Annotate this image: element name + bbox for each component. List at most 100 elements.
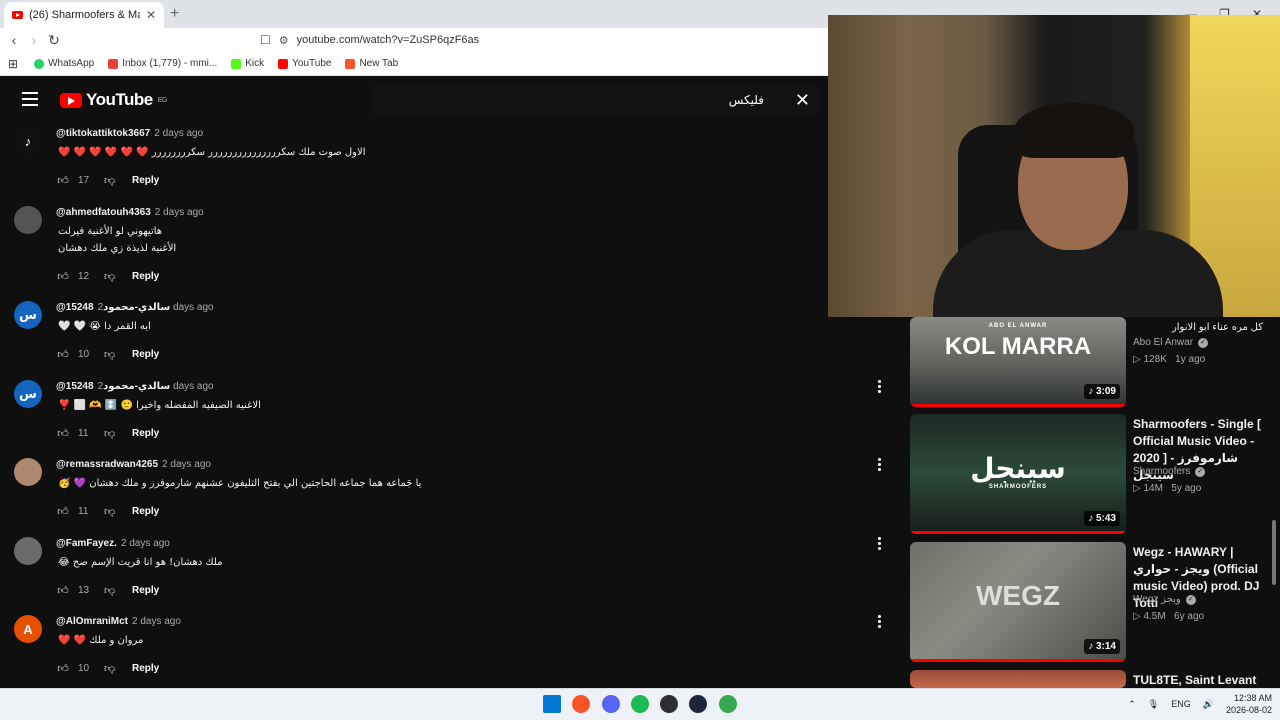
microphone-icon[interactable]: 🎙 — [1148, 699, 1159, 710]
clock-time: 12:38 AM — [1233, 693, 1272, 703]
menu-icon[interactable] — [22, 92, 38, 106]
bookmark-gmail[interactable]: Inbox (1,779) - mmi... — [108, 58, 217, 69]
webcam-overlay — [828, 15, 1280, 317]
comment-author[interactable]: @ahmedfatouh4363 — [56, 207, 151, 218]
like-icon[interactable]: 👍︎ — [56, 270, 70, 283]
steam-icon[interactable] — [689, 695, 707, 713]
bookmark-new-tab[interactable]: New Tab — [345, 58, 398, 69]
reply-button[interactable]: Reply — [132, 506, 159, 517]
more-options-icon[interactable] — [876, 380, 882, 393]
comment-time[interactable]: 2 days ago — [155, 207, 204, 218]
channel-name[interactable]: Sharmoofers ✓ — [1133, 466, 1206, 477]
like-icon[interactable]: 👍︎ — [56, 174, 70, 187]
reply-button[interactable]: Reply — [132, 271, 159, 282]
video-thumbnail[interactable] — [910, 670, 1126, 688]
comment-author[interactable]: @tiktokattiktok3667 — [56, 128, 150, 139]
clock[interactable]: 12:38 AM 2026-08-02 — [1226, 692, 1272, 716]
dislike-icon[interactable]: 👎︎ — [104, 427, 132, 440]
comment-time[interactable]: 2 days ago — [121, 538, 170, 549]
back-arrow-icon[interactable]: ‹ — [4, 32, 24, 48]
recommendation-item[interactable]: WEGZ ♪ 3:14 Wegz - HAWARY | ويجز - حواري (… — [910, 542, 1270, 662]
language-indicator[interactable]: ENG — [1171, 699, 1191, 709]
channel-name[interactable]: Abo El Anwar ✓ — [1133, 337, 1209, 348]
comment-author[interactable]: @15248سالدي-محمود — [56, 381, 170, 392]
dislike-icon[interactable]: 👎︎ — [104, 270, 132, 283]
comment-author[interactable]: @15248سالدي-محمود — [56, 302, 170, 313]
dislike-icon[interactable]: 👎︎ — [104, 662, 132, 675]
obs-icon[interactable] — [660, 695, 678, 713]
dislike-icon[interactable]: 👎︎ — [104, 584, 132, 597]
bookmark-kick[interactable]: Kick — [231, 58, 264, 69]
reply-button[interactable]: Reply — [132, 663, 159, 674]
comment-time[interactable]: 2 days ago — [132, 616, 181, 627]
dislike-icon[interactable]: 👎︎ — [104, 348, 132, 361]
recommendation-item[interactable]: SHARMOOFERS سينجل ♪ 5:43 Sharmoofers - Sing… — [910, 414, 1270, 534]
video-title[interactable]: كل مره عناء ابو الانوار — [1133, 319, 1263, 336]
brave-icon[interactable] — [572, 695, 590, 713]
comment-time[interactable]: 2 days ago — [154, 128, 203, 139]
video-duration: ♪ 3:14 — [1084, 639, 1120, 654]
like-icon[interactable]: 👍︎ — [56, 505, 70, 518]
more-options-icon[interactable] — [876, 615, 882, 628]
reply-button[interactable]: Reply — [132, 349, 159, 360]
clear-search-icon[interactable]: ✕ — [795, 90, 810, 111]
avatar[interactable] — [14, 458, 42, 486]
reply-button[interactable]: Reply — [132, 175, 159, 186]
search-input[interactable] — [384, 93, 764, 107]
dislike-icon[interactable]: 👎︎ — [104, 505, 132, 518]
windows-start-icon[interactable] — [543, 695, 561, 713]
video-thumbnail[interactable]: WEGZ ♪ 3:14 — [910, 542, 1126, 662]
tab-close-icon[interactable]: ✕ — [146, 8, 156, 22]
dislike-icon[interactable]: 👎︎ — [104, 174, 132, 187]
spotify-icon[interactable] — [631, 695, 649, 713]
like-icon[interactable]: 👍︎ — [56, 662, 70, 675]
comment-meta: @remassradwan4265 2 days ago — [56, 459, 211, 470]
avatar[interactable]: س — [14, 301, 42, 329]
comment-meta: @15248سالدي-محمود2 days ago — [56, 381, 214, 392]
avatar[interactable]: س — [14, 380, 42, 408]
more-options-icon[interactable] — [876, 537, 882, 550]
reply-button[interactable]: Reply — [132, 428, 159, 439]
comment-author[interactable]: @AlOmraniMct — [56, 616, 128, 627]
new-tab-button[interactable]: + — [170, 5, 179, 23]
avatar[interactable]: A — [14, 615, 42, 643]
video-thumbnail[interactable]: ABO EL ANWAR KOL MARRA ♪ 3:09 — [910, 317, 1126, 407]
watch-progress-bar — [910, 531, 1126, 534]
bookmark-whatsapp[interactable]: WhatsApp — [34, 58, 94, 69]
like-icon[interactable]: 👍︎ — [56, 584, 70, 597]
like-icon[interactable]: 👍︎ — [56, 348, 70, 361]
scrollbar-thumb[interactable] — [1272, 520, 1276, 585]
reload-icon[interactable]: ↻ — [44, 32, 64, 49]
browser-tab[interactable]: (26) Sharmoofers & Malak De ✕ — [4, 2, 164, 28]
channel-name[interactable]: Wegz ويجز ✓ — [1133, 594, 1196, 605]
comment-author[interactable]: @remassradwan4265 — [56, 459, 158, 470]
bookmark-icon[interactable]: ☐ — [260, 33, 271, 47]
youtube-logo[interactable]: YouTube EG — [60, 90, 167, 110]
url-field[interactable]: ☐ ⚙ youtube.com/watch?v=ZuSP6qzF6as — [260, 30, 479, 50]
avatar[interactable] — [14, 537, 42, 565]
search-bar: ✕ — [370, 86, 820, 114]
avatar[interactable]: ♪ — [14, 127, 42, 155]
site-info-icon[interactable]: ⚙ — [279, 34, 289, 47]
discord-icon[interactable] — [602, 695, 620, 713]
forward-arrow-icon[interactable]: › — [24, 32, 44, 48]
like-count: 17 — [78, 175, 90, 186]
chrome-icon[interactable] — [719, 695, 737, 713]
bookmark-youtube[interactable]: YouTube — [278, 58, 331, 69]
apps-grid-icon[interactable]: ⊞ — [8, 57, 18, 71]
comment-author[interactable]: @FamFayez. — [56, 538, 117, 549]
thumbnail-text: سينجل — [970, 453, 1066, 484]
comment-meta: @15248سالدي-محمود2 days ago — [56, 302, 214, 313]
comment-actions: 👍︎ 10 👎︎ Reply — [56, 662, 159, 675]
comment-time[interactable]: 2 days ago — [162, 459, 211, 470]
video-thumbnail[interactable]: SHARMOOFERS سينجل ♪ 5:43 — [910, 414, 1126, 534]
recommendation-item[interactable]: TUL8TE, Saint Levant - — [910, 670, 1270, 704]
avatar[interactable] — [14, 206, 42, 234]
comment-actions: 👍︎ 11 👎︎ Reply — [56, 505, 159, 518]
reply-button[interactable]: Reply — [132, 585, 159, 596]
tray-overflow-icon[interactable]: ⌃ — [1128, 699, 1136, 710]
like-icon[interactable]: 👍︎ — [56, 427, 70, 440]
more-options-icon[interactable] — [876, 458, 882, 471]
recommendation-item[interactable]: ABO EL ANWAR KOL MARRA ♪ 3:09 كل مره عناء ا… — [910, 317, 1270, 407]
speaker-icon[interactable]: 🔊 — [1203, 699, 1214, 710]
